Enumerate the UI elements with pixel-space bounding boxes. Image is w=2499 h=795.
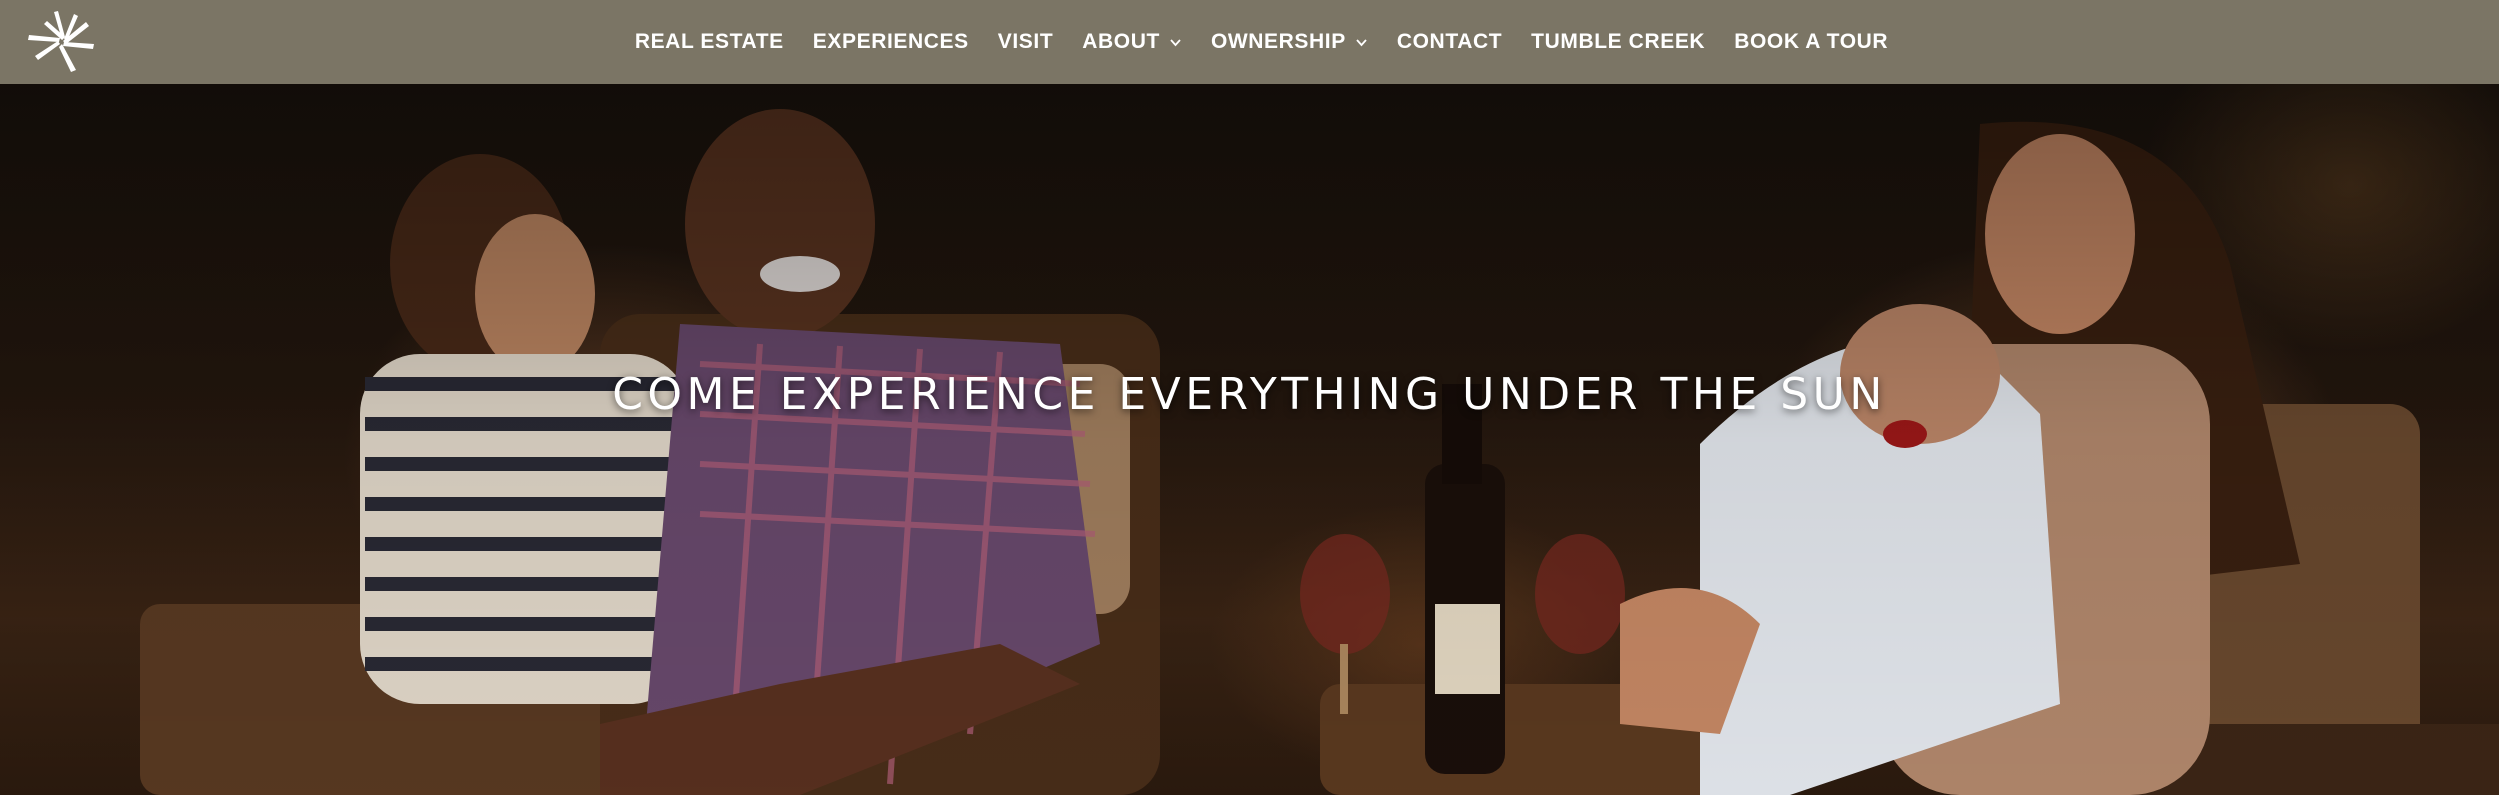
family-at-evening-fire-photo	[0, 84, 2499, 795]
nav-tumble-creek[interactable]: TUMBLE CREEK	[1531, 30, 1705, 54]
hero-title: COME EXPERIENCE EVERYTHING UNDER THE SUN	[612, 369, 1887, 420]
nav-label: VISIT	[997, 30, 1054, 53]
nav-label: TUMBLE CREEK	[1531, 30, 1706, 53]
nav-contact[interactable]: CONTACT	[1397, 30, 1502, 54]
nav-ownership[interactable]: OWNERSHIP	[1211, 30, 1368, 54]
nav-experiences[interactable]: EXPERIENCES	[813, 30, 969, 54]
nav-about[interactable]: ABOUT	[1082, 30, 1182, 54]
site-header: REAL ESTATE EXPERIENCES VISIT ABOUT OWNE…	[0, 0, 2499, 84]
nav-label: ABOUT	[1082, 30, 1160, 53]
nav-label: OWNERSHIP	[1210, 30, 1346, 53]
chevron-down-icon	[1356, 38, 1367, 46]
main-nav: REAL ESTATE EXPERIENCES VISIT ABOUT OWNE…	[0, 0, 2499, 84]
nav-label: BOOK A TOUR	[1734, 30, 1889, 53]
chevron-down-icon	[1170, 38, 1181, 46]
hero-banner: COME EXPERIENCE EVERYTHING UNDER THE SUN	[0, 84, 2499, 795]
nav-label: EXPERIENCES	[812, 30, 969, 53]
nav-book-a-tour[interactable]: BOOK A TOUR	[1734, 30, 1888, 54]
nav-label: REAL ESTATE	[634, 30, 784, 53]
nav-label: CONTACT	[1396, 30, 1503, 53]
nav-visit[interactable]: VISIT	[998, 30, 1054, 54]
nav-real-estate[interactable]: REAL ESTATE	[635, 30, 784, 54]
